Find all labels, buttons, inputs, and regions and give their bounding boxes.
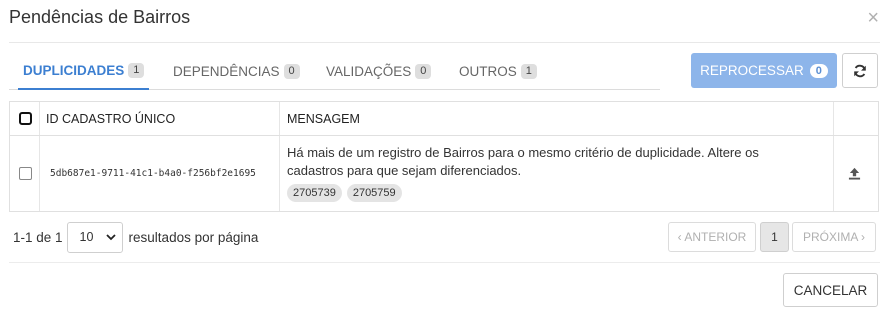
- upload-icon[interactable]: [848, 167, 861, 180]
- tab-label: OUTROS: [459, 63, 517, 79]
- tab-count-badge: 0: [415, 63, 432, 79]
- tab-count-badge: 0: [283, 63, 300, 79]
- tab-duplicidades[interactable]: DUPLICIDADES 1: [18, 52, 150, 90]
- dialog-title: Pendências de Bairros: [9, 7, 191, 27]
- chip-list: 2705739 2705759: [287, 184, 807, 202]
- tab-validacoes[interactable]: VALIDAÇÕES 0: [321, 52, 436, 90]
- next-page-button[interactable]: PRÓXIMA ›: [792, 222, 876, 252]
- table-header: ID CADASTRO ÚNICO MENSAGEM: [10, 102, 878, 136]
- select-all-checkbox[interactable]: [19, 112, 32, 125]
- page-size-select[interactable]: 10: [66, 221, 123, 253]
- column-divider: [833, 102, 834, 135]
- tab-bar: DUPLICIDADES 1 DEPENDÊNCIAS 0 VALIDAÇÕES…: [9, 52, 660, 90]
- refresh-icon: [854, 64, 866, 77]
- result-range: 1-1 de 1: [13, 229, 63, 245]
- close-icon[interactable]: ×: [867, 8, 879, 28]
- table-row: 5db687e1-9711-41c1-b4a0-f256bf2e1695 Há …: [10, 136, 878, 211]
- pendencias-table: ID CADASTRO ÚNICO MENSAGEM 5db687e1-9711…: [9, 101, 879, 212]
- tab-outros[interactable]: OUTROS 1: [454, 52, 542, 90]
- page-size-suffix: resultados por página: [128, 229, 259, 245]
- cadastro-id: 5db687e1-9711-41c1-b4a0-f256bf2e1695: [50, 168, 256, 179]
- header-divider: [9, 42, 880, 43]
- id-cell: 5db687e1-9711-41c1-b4a0-f256bf2e1695: [39, 136, 279, 211]
- reprocess-label: REPROCESSAR: [700, 63, 804, 78]
- chevron-down-icon: [105, 234, 116, 241]
- row-checkbox[interactable]: [19, 167, 32, 180]
- column-divider: [279, 102, 280, 135]
- record-chip[interactable]: 2705739: [287, 184, 342, 202]
- column-divider: [279, 136, 280, 211]
- page-size-value: 10: [79, 230, 94, 244]
- row-select-cell: [19, 136, 32, 211]
- pagination-summary: 1-1 de 1 10 resultados por página: [13, 221, 259, 253]
- column-divider: [833, 136, 834, 211]
- record-chip[interactable]: 2705759: [346, 184, 402, 202]
- tab-dependencias[interactable]: DEPENDÊNCIAS 0: [168, 52, 305, 90]
- tab-label: DEPENDÊNCIAS: [173, 63, 280, 79]
- select-all-cell: [19, 102, 32, 135]
- message-cell: Há mais de um registro de Bairros para o…: [287, 144, 807, 202]
- tab-count-badge: 1: [520, 63, 537, 79]
- reprocess-button[interactable]: REPROCESSAR 0: [691, 53, 837, 88]
- tab-label: VALIDAÇÕES: [326, 63, 412, 79]
- tab-count-badge: 1: [128, 62, 145, 78]
- previous-page-button[interactable]: ‹ ANTERIOR: [668, 222, 756, 252]
- footer-divider: [9, 262, 880, 263]
- tab-label: DUPLICIDADES: [23, 62, 125, 78]
- reprocess-count-badge: 0: [809, 63, 828, 78]
- column-header-mensagem[interactable]: MENSAGEM: [287, 102, 360, 135]
- refresh-button[interactable]: [842, 53, 878, 88]
- cancel-button[interactable]: CANCELAR: [783, 273, 878, 307]
- message-text: Há mais de um registro de Bairros para o…: [287, 145, 759, 178]
- current-page-button[interactable]: 1: [760, 222, 789, 252]
- column-header-id[interactable]: ID CADASTRO ÚNICO: [46, 102, 175, 135]
- column-divider: [39, 102, 40, 135]
- action-cell: [848, 136, 861, 211]
